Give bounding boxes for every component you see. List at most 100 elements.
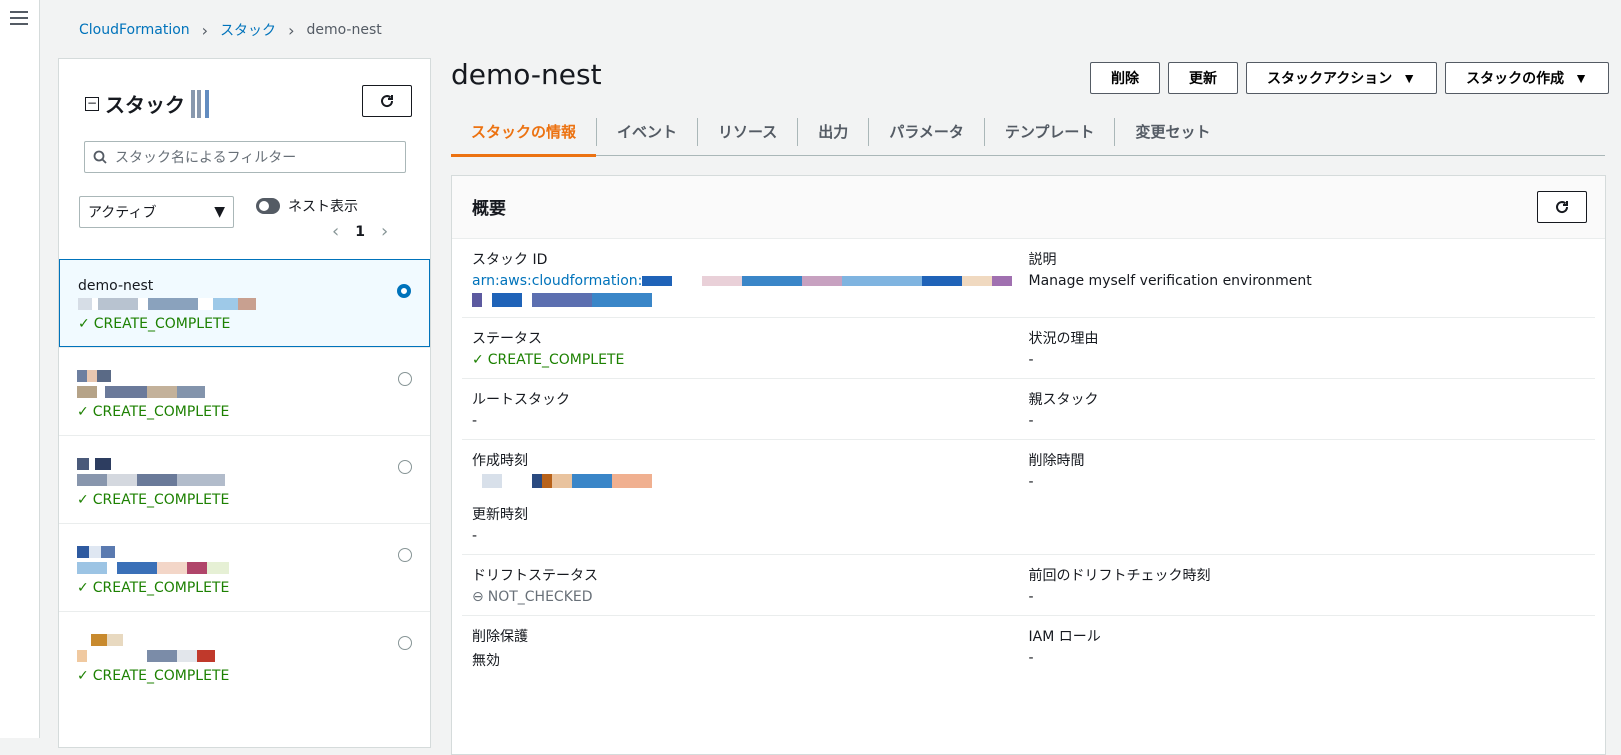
stack-list-title: スタック xyxy=(105,93,185,117)
termination-label: 削除保護 xyxy=(472,629,528,645)
page-title: demo-nest xyxy=(451,58,602,91)
tab-stack-info[interactable]: スタックの情報 xyxy=(451,117,598,157)
hamburger-menu-icon[interactable] xyxy=(10,11,28,27)
side-rail xyxy=(0,0,40,738)
redacted-text xyxy=(472,293,662,307)
stack-id-link[interactable]: arn:aws:cloudformation: xyxy=(472,273,1029,289)
check-circle-icon: ✓ xyxy=(77,492,89,508)
detail-row: 削除保護 無効 IAM ロール - xyxy=(462,616,1595,680)
status-complete: ✓ CREATE_COMPLETE xyxy=(77,580,230,596)
tab-events[interactable]: イベント xyxy=(597,117,699,146)
delete-button[interactable]: 削除 xyxy=(1089,62,1160,94)
detail-row: スタック ID arn:aws:cloudformation: 説明 Manag… xyxy=(462,239,1595,318)
redacted-text xyxy=(77,562,229,574)
parent-stack-value: - xyxy=(1028,413,1034,429)
stack-id-label: スタック ID xyxy=(472,252,548,268)
radio-unselected[interactable] xyxy=(398,636,412,650)
pagination: ‹ 1 › xyxy=(332,221,388,242)
list-item[interactable]: ✓ CREATE_COMPLETE xyxy=(59,347,430,435)
status-filter-select[interactable]: アクティブ ▼ xyxy=(79,196,234,228)
status-complete: ✓ CREATE_COMPLETE xyxy=(77,668,230,684)
tab-outputs[interactable]: 出力 xyxy=(798,117,870,146)
redacted-text xyxy=(77,546,115,558)
prev-page-icon[interactable]: ‹ xyxy=(332,221,339,242)
status-value: ✓ CREATE_COMPLETE xyxy=(472,352,625,368)
stack-list: demo-nest ✓ CREATE_COMPLETE ✓ CREATE_COMPL… xyxy=(59,259,430,699)
toggle-switch[interactable] xyxy=(256,198,280,214)
check-circle-icon: ✓ xyxy=(77,580,89,596)
redacted-text xyxy=(77,650,215,662)
radio-unselected[interactable] xyxy=(398,460,412,474)
radio-unselected[interactable] xyxy=(398,372,412,386)
deleted-value: - xyxy=(1028,474,1034,490)
breadcrumb-cloudformation[interactable]: CloudFormation xyxy=(79,22,190,38)
overview-title: 概要 xyxy=(472,199,506,219)
refresh-button[interactable] xyxy=(362,85,412,117)
chevron-right-icon: › xyxy=(288,20,295,40)
action-buttons: 削除 更新 スタックアクション ▼ スタックの作成 ▼ xyxy=(1089,62,1609,94)
redacted-text xyxy=(77,386,205,398)
status-complete: ✓ CREATE_COMPLETE xyxy=(77,404,230,420)
detail-row: ステータス ✓ CREATE_COMPLETE 状況の理由 - xyxy=(462,318,1595,379)
status-complete: ✓ CREATE_COMPLETE xyxy=(77,492,230,508)
tab-parameters[interactable]: パラメータ xyxy=(869,117,985,146)
status-reason-label: 状況の理由 xyxy=(1028,331,1099,347)
caret-down-icon: ▼ xyxy=(214,204,225,220)
caret-down-icon: ▼ xyxy=(1402,70,1417,86)
overview-header: 概要 xyxy=(452,176,1605,239)
radio-selected[interactable] xyxy=(397,284,411,298)
list-item[interactable]: ✓ CREATE_COMPLETE xyxy=(59,523,430,611)
last-drift-label: 前回のドリフトチェック時刻 xyxy=(1028,568,1211,584)
deleted-label: 削除時間 xyxy=(1028,453,1085,469)
detail-row: ルートスタック - 親スタック - xyxy=(462,379,1595,440)
tab-template[interactable]: テンプレート xyxy=(985,117,1116,146)
redacted-text xyxy=(472,474,652,488)
root-stack-label: ルートスタック xyxy=(472,392,570,408)
termination-value: 無効 xyxy=(472,653,500,669)
nested-view-label: ネスト表示 xyxy=(288,199,358,215)
redacted-count xyxy=(191,89,247,118)
iam-role-value: - xyxy=(1028,650,1034,666)
stack-name: demo-nest xyxy=(78,278,154,294)
tab-resources[interactable]: リソース xyxy=(698,117,799,146)
chevron-right-icon: › xyxy=(201,20,209,40)
refresh-icon xyxy=(1556,201,1569,214)
radio-unselected[interactable] xyxy=(398,548,412,562)
updated-value: - xyxy=(472,528,478,544)
description-label: 説明 xyxy=(1028,252,1057,268)
redacted-text xyxy=(77,474,225,486)
created-label: 作成時刻 xyxy=(472,453,528,469)
status-complete: ✓ CREATE_COMPLETE xyxy=(78,316,231,332)
nested-view-toggle[interactable]: ネスト表示 xyxy=(256,196,358,216)
description-value: Manage myself verification environment xyxy=(1028,273,1312,289)
list-item[interactable]: ✓ CREATE_COMPLETE xyxy=(59,611,430,699)
stack-search-input[interactable]: スタック名によるフィルター xyxy=(84,141,406,173)
redacted-text xyxy=(78,298,256,310)
list-item[interactable]: ✓ CREATE_COMPLETE xyxy=(59,435,430,523)
last-drift-value: - xyxy=(1028,589,1034,605)
refresh-button[interactable] xyxy=(1537,191,1587,223)
page-number[interactable]: 1 xyxy=(355,224,365,240)
collapse-icon[interactable]: − xyxy=(85,96,99,111)
status-label: ステータス xyxy=(472,331,542,347)
refresh-icon xyxy=(381,95,394,108)
updated-label: 更新時刻 xyxy=(472,507,528,523)
status-reason-value: - xyxy=(1028,352,1034,368)
search-icon xyxy=(93,150,107,164)
check-circle-icon: ✓ xyxy=(77,404,89,420)
stack-list-panel: − スタック スタック名によるフィルター アクティブ ▼ ネスト表示 ‹ 1 ›… xyxy=(58,58,431,748)
stack-list-header: − スタック xyxy=(85,89,247,118)
create-stack-button[interactable]: スタックの作成 ▼ xyxy=(1445,62,1609,94)
tab-change-sets[interactable]: 変更セット xyxy=(1115,118,1230,146)
list-item[interactable]: demo-nest ✓ CREATE_COMPLETE xyxy=(59,259,430,347)
stack-actions-button[interactable]: スタックアクション ▼ xyxy=(1245,62,1438,94)
status-filter-value: アクティブ xyxy=(88,205,157,221)
update-button[interactable]: 更新 xyxy=(1167,62,1238,94)
tab-bar: スタックの情報 イベント リソース 出力 パラメータ テンプレート 変更セット xyxy=(451,108,1605,157)
next-page-icon[interactable]: › xyxy=(381,221,388,242)
breadcrumb-stacks[interactable]: スタック xyxy=(220,20,276,40)
breadcrumb: CloudFormation › スタック › demo-nest xyxy=(79,20,382,40)
overview-panel: 概要 スタック ID arn:aws:cloudformation: 説明 Ma… xyxy=(451,175,1606,755)
redacted-text xyxy=(77,634,123,646)
redacted-text xyxy=(77,458,111,470)
